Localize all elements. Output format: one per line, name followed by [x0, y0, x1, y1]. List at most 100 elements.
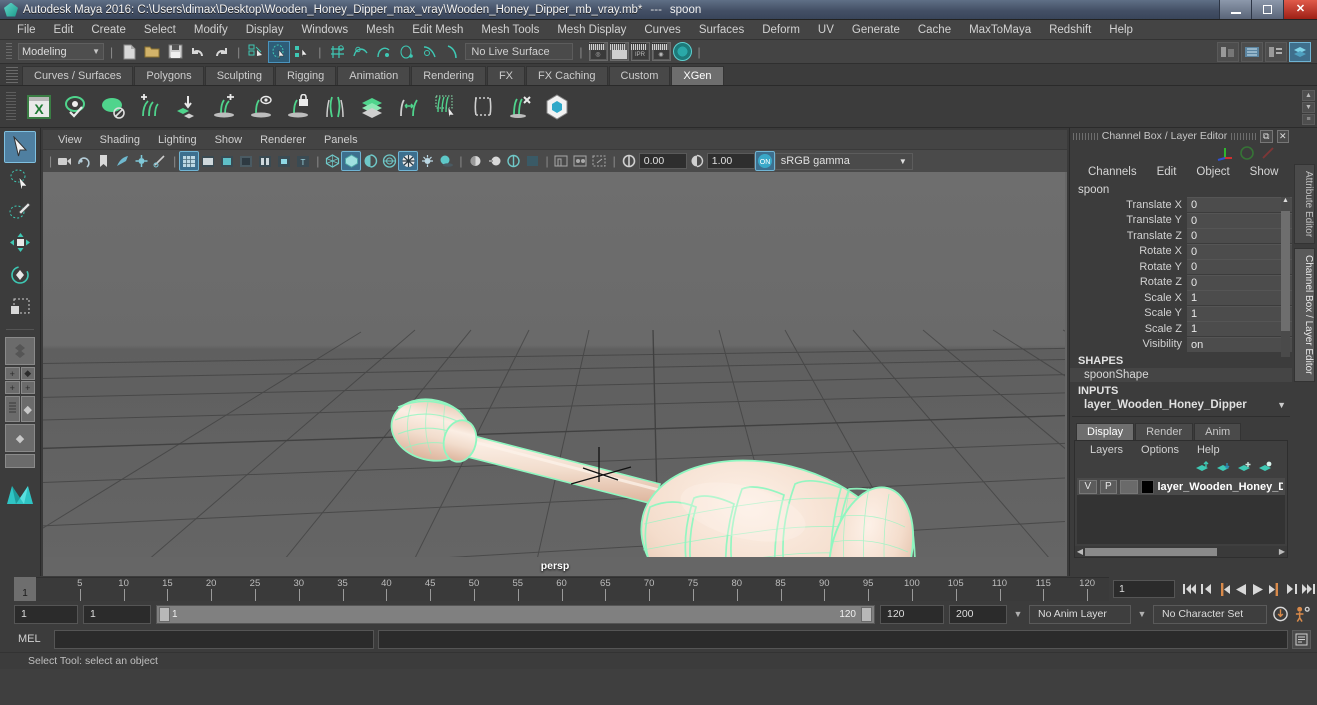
show-hide-tool-settings-icon[interactable]	[1265, 41, 1287, 62]
ipr-update-icon[interactable]	[151, 152, 169, 170]
shelf-tab-curves-surfaces[interactable]: Curves / Surfaces	[22, 66, 134, 85]
color-management-selector[interactable]: sRGB gamma ▼	[774, 152, 913, 170]
save-scene-icon[interactable]	[165, 42, 185, 62]
xgen-hide-icon[interactable]	[97, 91, 129, 123]
xgen-cut-icon[interactable]	[504, 91, 536, 123]
quad-cell[interactable]: ◆	[20, 367, 35, 380]
shelf-tab-polygons[interactable]: Polygons	[134, 66, 204, 85]
wireframe-icon[interactable]	[323, 152, 341, 170]
shelf-tab-xgen[interactable]: XGen	[671, 66, 724, 85]
step-back-key-icon[interactable]	[1198, 580, 1215, 598]
play-forwards-icon[interactable]	[1249, 580, 1266, 598]
move-layer-up-icon[interactable]	[1195, 460, 1210, 474]
open-scene-icon[interactable]	[142, 42, 162, 62]
shelf-grip[interactable]	[6, 67, 18, 83]
channel-box-menu-show[interactable]: Show	[1240, 165, 1289, 179]
range-end-field[interactable]: 120	[880, 604, 944, 624]
channel-row[interactable]: Translate Z 0	[1070, 228, 1292, 244]
menu-generate[interactable]: Generate	[843, 22, 909, 38]
menu-set-selector[interactable]: Modeling ▼	[18, 43, 104, 60]
viewport-menu-panels[interactable]: Panels	[315, 133, 367, 147]
scrollbar-thumb[interactable]	[1281, 211, 1290, 331]
layer-menu-help[interactable]: Help	[1188, 443, 1229, 457]
anim-layer-selector[interactable]: No Anim Layer	[1029, 604, 1131, 624]
menu-mesh-tools[interactable]: Mesh Tools	[472, 22, 548, 38]
xgen-lock-icon[interactable]	[282, 91, 314, 123]
make-live-icon[interactable]	[442, 42, 462, 62]
select-tool[interactable]	[4, 131, 36, 163]
show-hide-attribute-editor-icon[interactable]	[1241, 41, 1263, 62]
viewport-menu-lighting[interactable]: Lighting	[149, 133, 206, 147]
grid-toggle-icon[interactable]	[179, 151, 200, 171]
channel-row[interactable]: Rotate X 0	[1070, 243, 1292, 260]
menu-help[interactable]: Help	[1100, 22, 1142, 38]
range-start-field[interactable]: 1	[83, 604, 151, 624]
character-set-selector[interactable]: No Character Set	[1153, 604, 1267, 624]
scroll-left-icon[interactable]: ◀	[1075, 547, 1085, 556]
image-plane-icon[interactable]	[94, 152, 112, 170]
rotate-tool[interactable]	[5, 260, 35, 290]
xray-icon[interactable]	[553, 152, 571, 170]
layer-color-swatch[interactable]	[1140, 479, 1155, 494]
channel-box-menu-object[interactable]: Object	[1186, 165, 1239, 179]
select-camera-icon[interactable]	[56, 152, 74, 170]
menu-redshift[interactable]: Redshift	[1040, 22, 1100, 38]
menu-display[interactable]: Display	[237, 22, 293, 38]
move-tool[interactable]	[5, 228, 35, 258]
scale-tool[interactable]	[5, 292, 35, 322]
step-back-frame-icon[interactable]	[1215, 580, 1232, 598]
menu-deform[interactable]: Deform	[753, 22, 809, 38]
lasso-select-tool[interactable]	[5, 164, 35, 194]
select-by-hierarchy-icon[interactable]	[246, 42, 266, 62]
render-settings-icon[interactable]: ◉	[651, 42, 671, 61]
channel-row[interactable]: Translate Y 0	[1070, 212, 1292, 229]
auto-key-icon[interactable]	[1272, 605, 1289, 623]
shelf-scroll-up-icon[interactable]: ▲	[1302, 90, 1315, 101]
maximize-button[interactable]	[1251, 0, 1283, 19]
menu-curves[interactable]: Curves	[635, 22, 689, 38]
shelf-scroll-arrows[interactable]: ▲ ▼ ≡	[1302, 90, 1315, 125]
undo-icon[interactable]	[188, 42, 208, 62]
inputs-expand-icon[interactable]: ▼	[1277, 400, 1286, 410]
scrollbar-thumb[interactable]	[1085, 547, 1217, 556]
menu-create[interactable]: Create	[82, 22, 135, 38]
xgen-preview-icon[interactable]	[60, 91, 92, 123]
xgen-length-icon[interactable]	[393, 91, 425, 123]
tab-channel-box-layer-editor[interactable]: Channel Box / Layer Editor	[1294, 248, 1315, 382]
channel-row[interactable]: Translate X 0	[1070, 197, 1292, 213]
xgen-editor-icon[interactable]: X	[23, 91, 55, 123]
viewport-menu-view[interactable]: View	[49, 133, 91, 147]
xgen-region-icon[interactable]	[467, 91, 499, 123]
create-layer-from-selected-icon[interactable]	[1258, 461, 1273, 474]
shelf-tab-animation[interactable]: Animation	[337, 66, 411, 85]
show-hide-modeling-toolkit-icon[interactable]	[1217, 41, 1239, 62]
channel-value[interactable]: 0	[1187, 243, 1292, 259]
channel-value[interactable]: 0	[1187, 259, 1292, 275]
command-input[interactable]	[54, 629, 374, 649]
minimize-button[interactable]	[1219, 0, 1251, 19]
channel-box-menu-edit[interactable]: Edit	[1147, 165, 1187, 179]
channel-value[interactable]: 0	[1187, 212, 1292, 228]
menu-modify[interactable]: Modify	[185, 22, 237, 38]
live-surface-field[interactable]: No Live Surface	[465, 43, 574, 60]
viewport-menu-renderer[interactable]: Renderer	[251, 133, 315, 147]
menu-select[interactable]: Select	[135, 22, 185, 38]
channel-value[interactable]: 0	[1187, 197, 1292, 213]
scroll-up-icon[interactable]: ▲	[1281, 197, 1290, 209]
play-backwards-icon[interactable]	[1232, 580, 1249, 598]
snap-to-view-plane-icon[interactable]	[419, 42, 439, 62]
snap-to-grid-icon[interactable]	[327, 42, 347, 62]
xray-active-components-icon[interactable]	[591, 152, 609, 170]
snap-to-point-icon[interactable]	[373, 42, 393, 62]
panel-grip[interactable]	[1073, 132, 1098, 140]
layer-name[interactable]: layer_Wooden_Honey_D	[1157, 481, 1283, 493]
channel-row[interactable]: Scale Z 1	[1070, 321, 1292, 337]
create-new-layer-icon[interactable]	[1237, 461, 1252, 474]
channel-box-menu-channels[interactable]: Channels	[1078, 165, 1147, 179]
xgen-add-density-icon[interactable]	[208, 91, 240, 123]
scroll-right-icon[interactable]: ▶	[1277, 547, 1287, 556]
layer-display-type-toggle[interactable]	[1120, 479, 1138, 494]
current-time-marker[interactable]: 1	[14, 577, 36, 601]
animation-end-field[interactable]: 200	[949, 604, 1007, 624]
shelf-menu-icon[interactable]: ≡	[1302, 114, 1315, 125]
